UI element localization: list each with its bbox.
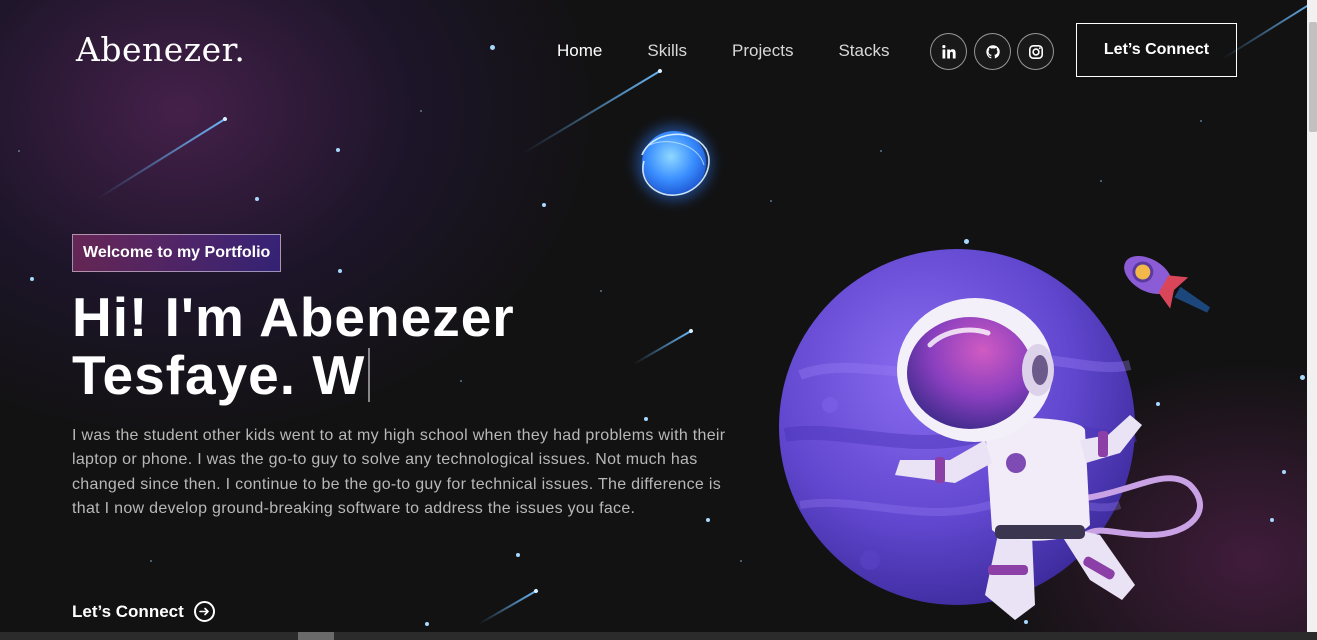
shooting-star: [478, 590, 537, 625]
nav-link-skills[interactable]: Skills: [647, 41, 687, 61]
instagram-button[interactable]: [1017, 33, 1054, 70]
welcome-tagline: Welcome to my Portfolio: [72, 234, 282, 272]
arrow-right-circle-icon: [193, 601, 215, 622]
linkedin-button[interactable]: [930, 33, 967, 70]
hero-connect-label: Let’s Connect: [72, 601, 184, 621]
lets-connect-button[interactable]: Let’s Connect: [1076, 23, 1237, 77]
hero-headline: Hi! I'm Abenezer Tesfaye. W: [72, 288, 692, 404]
horizontal-scrollbar-thumb[interactable]: [298, 632, 334, 640]
linkedin-icon: [941, 44, 956, 58]
page: Abenezer. Home Skills Projects Stacks Le…: [0, 0, 1307, 632]
typing-caret: [368, 348, 371, 402]
hero-description: I was the student other kids went to at …: [72, 427, 726, 517]
headline-line-2: Tesfaye. W: [72, 344, 366, 406]
site-logo[interactable]: Abenezer.: [76, 30, 245, 69]
vertical-scrollbar-thumb[interactable]: [1309, 22, 1317, 132]
instagram-icon: [1028, 44, 1043, 59]
nav-link-projects[interactable]: Projects: [732, 41, 793, 61]
nav-link-home[interactable]: Home: [557, 41, 602, 61]
hero-connect-link[interactable]: Let’s Connect: [72, 601, 215, 622]
horizontal-scrollbar[interactable]: [0, 632, 1317, 640]
github-button[interactable]: [974, 33, 1011, 70]
github-icon: [985, 44, 1000, 58]
shooting-star: [97, 118, 226, 200]
main-nav: Home Skills Projects Stacks: [557, 41, 934, 61]
headline-line-1: Hi! I'm Abenezer: [72, 286, 515, 348]
nav-link-stacks[interactable]: Stacks: [838, 41, 889, 61]
astronaut-illustration: [779, 249, 1211, 620]
glowing-planet-illustration: [636, 125, 712, 201]
